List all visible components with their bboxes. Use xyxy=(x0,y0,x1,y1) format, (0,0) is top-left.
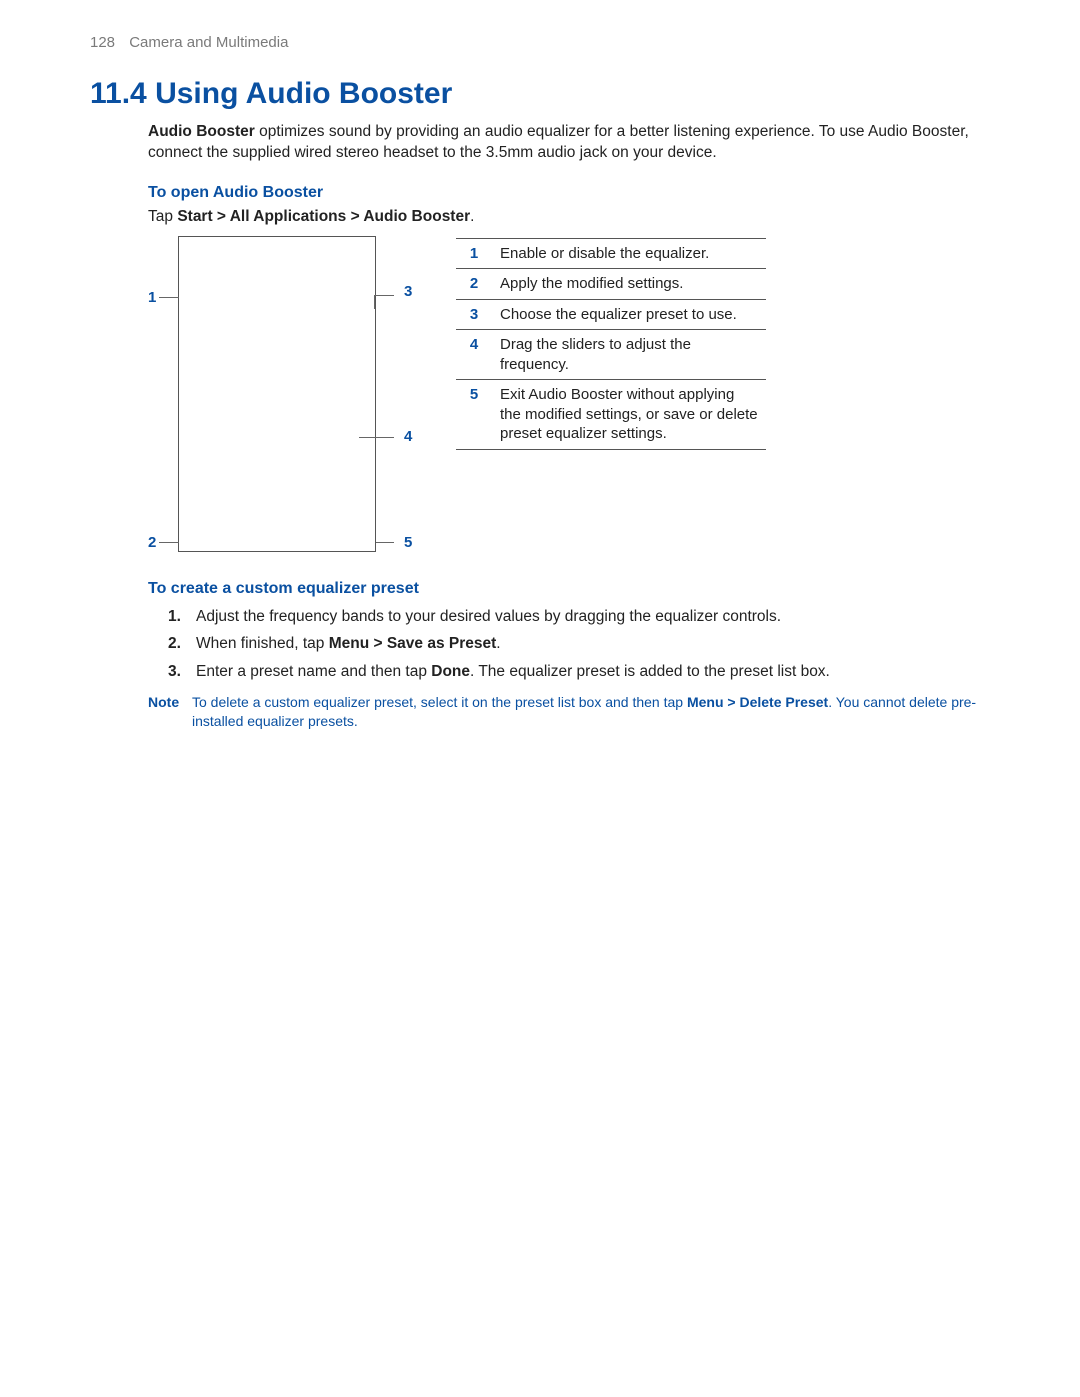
step-bold: Done xyxy=(431,663,470,680)
screenshot-column: 1 3 4 2 5 xyxy=(148,236,428,552)
tap-path: Start > All Applications > Audio Booster xyxy=(177,208,470,225)
intro-text: optimizes sound by providing an audio eq… xyxy=(148,123,969,161)
intro-lead-bold: Audio Booster xyxy=(148,123,255,140)
list-item: When finished, tap Menu > Save as Preset… xyxy=(168,633,990,655)
legend-num: 1 xyxy=(456,238,492,269)
step-bold: Menu > Save as Preset xyxy=(329,635,497,652)
table-row: 4 Drag the sliders to adjust the frequen… xyxy=(456,330,766,380)
tap-suffix: . xyxy=(470,208,474,225)
legend-desc: Choose the equalizer preset to use. xyxy=(492,299,766,330)
step-pre: Enter a preset name and then tap xyxy=(196,663,431,680)
table-row: 1 Enable or disable the equalizer. xyxy=(456,238,766,269)
legend-num: 5 xyxy=(456,380,492,450)
callout-2: 2 xyxy=(148,534,156,551)
page-title: 11.4 Using Audio Booster xyxy=(90,77,990,111)
callout-line xyxy=(359,437,394,438)
callout-1: 1 xyxy=(148,289,156,306)
tap-prefix: Tap xyxy=(148,208,177,225)
note-label: Note xyxy=(148,693,192,731)
table-row: 2 Apply the modified settings. xyxy=(456,269,766,300)
note-pre: To delete a custom equalizer preset, sel… xyxy=(192,694,687,710)
table-row: 5 Exit Audio Booster without applying th… xyxy=(456,380,766,450)
intro-paragraph: Audio Booster optimizes sound by providi… xyxy=(148,121,990,164)
step-text: Adjust the frequency bands to your desir… xyxy=(196,608,781,625)
list-item: Adjust the frequency bands to your desir… xyxy=(168,606,990,628)
legend-num: 3 xyxy=(456,299,492,330)
note-bold: Menu > Delete Preset xyxy=(687,694,828,710)
callout-5: 5 xyxy=(404,534,412,551)
legend-table: 1 Enable or disable the equalizer. 2 App… xyxy=(456,238,766,450)
step-pre: When finished, tap xyxy=(196,635,329,652)
heading-open-audio-booster: To open Audio Booster xyxy=(148,184,990,202)
legend-num: 4 xyxy=(456,330,492,380)
device-screenshot-placeholder xyxy=(178,236,376,552)
legend-desc: Apply the modified settings. xyxy=(492,269,766,300)
callout-4: 4 xyxy=(404,428,412,445)
callout-line xyxy=(374,295,375,309)
note-text: To delete a custom equalizer preset, sel… xyxy=(192,693,990,731)
note: Note To delete a custom equalizer preset… xyxy=(148,693,990,731)
section-name: Camera and Multimedia xyxy=(129,34,288,51)
callout-line xyxy=(374,295,394,296)
heading-custom-preset: To create a custom equalizer preset xyxy=(148,580,990,598)
list-item: Enter a preset name and then tap Done. T… xyxy=(168,661,990,683)
page-number: 128 xyxy=(90,34,115,51)
step-post: . The equalizer preset is added to the p… xyxy=(470,663,830,680)
diagram-area: 1 3 4 2 5 1 Enable or disable the equali… xyxy=(148,236,990,552)
open-instruction: Tap Start > All Applications > Audio Boo… xyxy=(148,208,990,226)
callout-3: 3 xyxy=(404,283,412,300)
step-post: . xyxy=(496,635,500,652)
callout-line xyxy=(159,297,179,298)
callout-line xyxy=(376,542,394,543)
callout-line xyxy=(159,542,179,543)
legend-num: 2 xyxy=(456,269,492,300)
legend-desc: Exit Audio Booster without applying the … xyxy=(492,380,766,450)
table-row: 3 Choose the equalizer preset to use. xyxy=(456,299,766,330)
legend-desc: Drag the sliders to adjust the frequency… xyxy=(492,330,766,380)
running-header: 128 Camera and Multimedia xyxy=(90,34,990,51)
steps-list: Adjust the frequency bands to your desir… xyxy=(168,606,990,683)
legend-desc: Enable or disable the equalizer. xyxy=(492,238,766,269)
